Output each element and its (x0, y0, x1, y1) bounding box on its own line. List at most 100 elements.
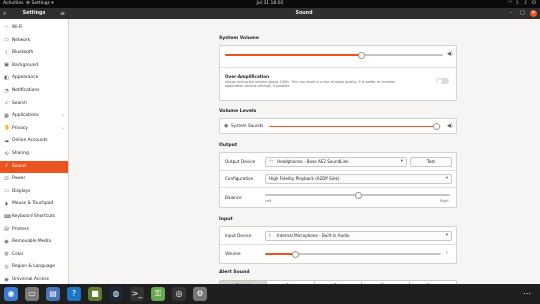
minecraft-icon[interactable]: ■ (88, 287, 102, 301)
help-icon[interactable]: ? (67, 287, 81, 301)
sidebar-item-wi-fi[interactable]: ◠ Wi-Fi (0, 22, 68, 35)
sidebar-item-color[interactable]: ◍ Color (0, 249, 68, 262)
media-icon: ◉ (4, 238, 9, 245)
sidebar-item-label: Online Accounts (12, 138, 48, 144)
chevron-down-icon: ▾ (400, 159, 403, 164)
wifi-icon: ◠ (4, 24, 9, 31)
output-card: Output Device ◠ Headphones - Bose AE2 So… (219, 152, 457, 208)
sidebar-item-appearance[interactable]: ◧ Appearance (0, 72, 68, 85)
volume-status-icon: ♪ (524, 0, 528, 6)
sidebar-item-sound[interactable]: ♪ Sound (0, 160, 68, 174)
sidebar-item-label: Notifications (12, 88, 40, 93)
sidebar-item-label: Displays (12, 188, 31, 194)
over-amplification-switch[interactable] (436, 78, 449, 84)
document-icon[interactable]: ▤ (46, 287, 60, 301)
speaker-volume-icon: ◀) (447, 51, 453, 57)
sound-panel: System Volume ◀) Over-Amplification Allo… (69, 19, 540, 284)
sidebar-item-privacy[interactable]: ✋ Privacy › (0, 123, 68, 136)
header-bar: ⌕ Settings ≡ Sound – □ ✕ (0, 8, 540, 19)
sidebar-item-label: Applications (12, 113, 39, 119)
input-volume-slider[interactable] (265, 250, 441, 258)
steam-icon[interactable]: ◍ (109, 287, 123, 301)
output-device-label: Output Device (225, 159, 256, 164)
input-device-dropdown[interactable]: ♮ Internal Microphone - Built-in Audio ▾ (265, 231, 452, 241)
volume-levels-title: Volume Levels (219, 109, 257, 114)
power-icon: ⏻ (4, 175, 9, 182)
sidebar-item-label: Keyboard Shortcuts (12, 214, 56, 219)
app-grid-icon[interactable]: ⋯ (520, 287, 534, 301)
sidebar-item-label: Background (12, 62, 39, 68)
configuration-dropdown[interactable]: High Fidelity Playback (A2DP Sink) ▾ (265, 174, 452, 184)
system-volume-slider[interactable] (225, 51, 443, 59)
volume-levels-card: ◉ System Sounds ◀) (219, 118, 457, 134)
output-device-dropdown[interactable]: ◠ Headphones - Bose AE2 SoundLink ▾ (265, 157, 407, 167)
globe-icon: ◎ (4, 263, 9, 270)
mouse-icon: ◗ (5, 200, 8, 207)
obs-icon[interactable]: ◎ (172, 287, 186, 301)
chevron-down-icon: ▾ (445, 176, 448, 181)
keepassxc-icon[interactable]: ⚿ (151, 287, 165, 301)
sidebar-item-background[interactable]: ▣ Background (0, 60, 68, 73)
alert-sound-title: Alert Sound (219, 270, 250, 275)
speaker-volume-icon: ◀) (447, 123, 453, 129)
sidebar-item-displays[interactable]: ▭ Displays (0, 186, 68, 199)
system-sounds-handle[interactable] (433, 123, 441, 131)
bluetooth-icon: ᛒ (4, 49, 8, 56)
output-title: Output (219, 143, 238, 148)
accessibility-icon: ◉ (4, 276, 9, 283)
power-menu-icon: ⏻ (532, 0, 536, 6)
minimize-icon[interactable]: – (508, 10, 515, 17)
sidebar-item-mouse-touchpad[interactable]: ◗ Mouse & Touchpad (0, 198, 68, 211)
clock[interactable]: Jul 31 18:02 (0, 0, 540, 8)
sidebar-item-network[interactable]: ▭ Network (0, 35, 68, 48)
sidebar-item-label: Color (12, 251, 24, 257)
sidebar-item-printers[interactable]: ▤ Printers (0, 224, 68, 237)
over-amplification-label: Over-Amplification (225, 74, 270, 79)
sidebar-item-label: Wi-Fi (12, 25, 23, 30)
settings-icon[interactable]: ⚙ (193, 287, 207, 301)
sidebar-item-power[interactable]: ⏻ Power (0, 173, 68, 186)
system-sounds-icon: ◉ (224, 123, 229, 129)
balance-label: Balance (225, 195, 242, 200)
sidebar-item-bluetooth[interactable]: ᛒ Bluetooth (0, 47, 68, 60)
files-icon[interactable]: ▭ (25, 287, 39, 301)
sidebar-item-removable-media[interactable]: ◉ Removable Media (0, 236, 68, 249)
sidebar-item-online-accounts[interactable]: ☁ Online Accounts (0, 135, 68, 148)
balance-slider[interactable] (265, 191, 450, 199)
sidebar-item-region-language[interactable]: ◎ Region & Language (0, 261, 68, 274)
sidebar-item-label: Removable Media (12, 239, 52, 245)
sidebar-item-label: Appearance (12, 75, 39, 81)
chevron-right-icon: › (62, 125, 64, 132)
system-sounds-slider[interactable] (269, 123, 441, 131)
sidebar-item-applications[interactable]: ▦ Applications › (0, 110, 68, 123)
close-icon[interactable]: ✕ (530, 10, 537, 17)
balance-handle[interactable] (355, 191, 362, 199)
search-icon: ⌕ (5, 100, 8, 107)
system-tray[interactable]: ◠ ᛒ ♪ ⏻ (508, 1, 537, 6)
sharing-icon: ⟲ (4, 150, 9, 157)
sidebar-item-notifications[interactable]: ◔ Notifications (0, 85, 68, 98)
input-device-label: Input Device (225, 233, 252, 238)
hamburger-menu-icon[interactable]: ≡ (58, 10, 67, 17)
printer-icon: ▤ (4, 226, 9, 233)
dock: ◉ ▭ ▤? ■ ◍ >_ ⚿ ◎ ⚙ ⋯ (0, 284, 540, 304)
sidebar-item-label: Sound (12, 163, 26, 169)
system-volume-card: ◀) Over-Amplification Allows raising the… (219, 45, 457, 101)
test-button[interactable]: Test (410, 157, 452, 167)
top-bar: Activities ⚙ Settings ▾ Jul 31 18:02 ◠ ᛒ… (0, 0, 540, 8)
chrome-icon[interactable]: ◉ (4, 287, 18, 301)
system-volume-handle[interactable] (357, 51, 365, 59)
maximize-icon[interactable]: □ (519, 10, 526, 17)
chevron-right-icon: › (62, 113, 64, 120)
sidebar-item-sharing[interactable]: ⟲ Sharing (0, 148, 68, 161)
window-title: Sound (295, 11, 313, 16)
sidebar: ◠ Wi-Fi ▭ Network ᛒ Bluetooth ▣ Background ◧ Appe… (0, 19, 69, 284)
terminal-icon[interactable]: >_ (130, 287, 144, 301)
sidebar-item-label: Privacy (12, 125, 28, 131)
speaker-icon: ♪ (4, 163, 9, 170)
input-volume-handle[interactable] (292, 250, 300, 258)
color-icon: ◍ (4, 251, 9, 258)
sidebar-item-search[interactable]: ⌕ Search (0, 98, 68, 111)
sidebar-item-keyboard-shortcuts[interactable]: ⌨ Keyboard Shortcuts (0, 211, 68, 224)
background-icon: ▣ (4, 62, 9, 69)
